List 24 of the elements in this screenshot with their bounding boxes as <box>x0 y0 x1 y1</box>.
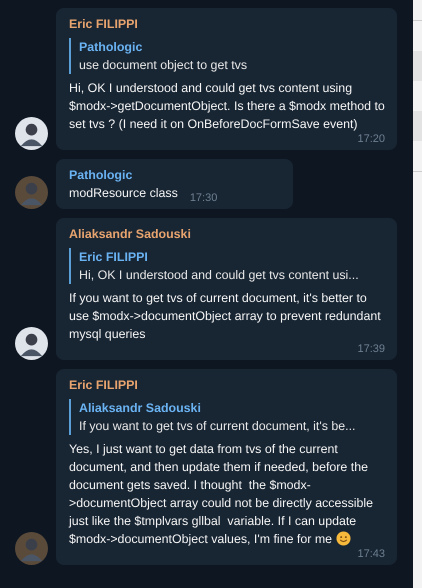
message-time: 17:43 <box>357 548 385 560</box>
quote-author: Eric FILIPPI <box>79 249 149 266</box>
sender-name[interactable]: Eric FILIPPI <box>69 15 385 33</box>
message-text: modResource class <box>69 186 178 200</box>
quote-author: Pathologic <box>79 39 144 56</box>
message-time: 17:39 <box>357 343 385 355</box>
sender-name[interactable]: Aliaksandr Sadouski <box>69 225 385 243</box>
quote-text: If you want to get tvs of current document, it's be... <box>79 418 356 435</box>
reply-quote[interactable]: Aliaksandr Sadouski If you want to get tvs of current document, it's be... <box>69 399 385 435</box>
smiley-icon <box>336 531 352 546</box>
message-text: Yes, I just want to get data from tvs of the current document, and then update them if needed, before the document gets saved. I thought the $modx->documentObject array could not be directly accessible just like the $tmplvars gllbal variable. If I can update $modx->documentObject values, I'm fine for me <box>69 442 374 546</box>
quote-text: use document object to get tvs <box>79 57 248 74</box>
message-time: 17:20 <box>357 133 385 145</box>
quote-author: Aliaksandr Sadouski <box>79 400 202 417</box>
message-text: If you want to get tvs of current document, it's better to use $modx->documentObject array to prevent redundant mysql queries <box>69 291 382 341</box>
avatar-icon[interactable] <box>15 327 48 360</box>
avatar-icon[interactable] <box>15 117 48 150</box>
message-text: Hi, OK I understood and could get tvs content using $modx->getDocumentObject. Is there a $modx method to set tvs ? (I need it on OnBeforeDocFormSave event) <box>69 81 386 131</box>
message-time: 17:30 <box>190 192 218 204</box>
reply-quote[interactable]: Pathologic use document object to get tvs <box>69 38 385 74</box>
reply-quote[interactable]: Eric FILIPPI Hi, OK I understood and could get tvs content usi... <box>69 248 385 284</box>
sender-name[interactable]: Pathologic <box>69 166 281 184</box>
quote-text: Hi, OK I understood and could get tvs content usi... <box>79 267 360 284</box>
sender-name[interactable]: Eric FILIPPI <box>69 376 385 394</box>
